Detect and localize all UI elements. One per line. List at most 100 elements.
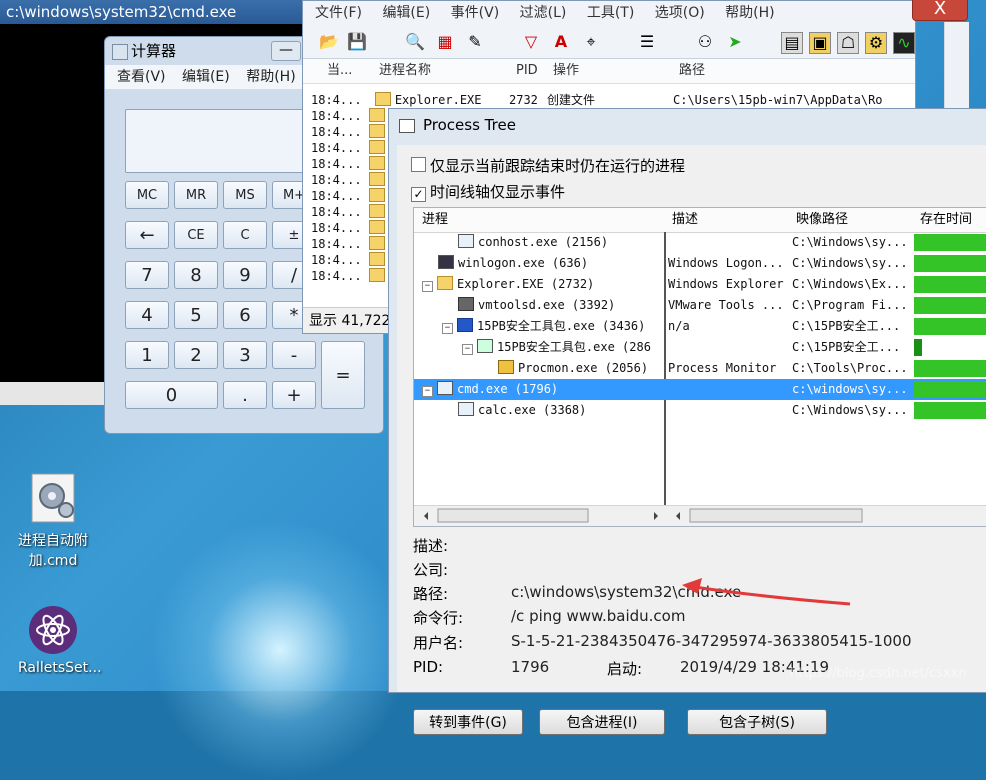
event-row[interactable]: 18:4... [311, 236, 389, 252]
mr-button[interactable]: MR [174, 181, 218, 209]
key-2[interactable]: 2 [174, 341, 218, 369]
explorer-icon [368, 236, 385, 250]
clear-icon[interactable]: ✎ [465, 32, 485, 52]
filter-icon[interactable]: ▽ [521, 32, 541, 52]
goto-event-button[interactable]: 转到事件(G) [413, 709, 523, 735]
network-icon[interactable]: ☖ [837, 32, 859, 54]
desktop-icon-ralletsset[interactable]: RalletsSet... [18, 602, 102, 676]
plus-button[interactable]: + [272, 381, 316, 409]
c-button[interactable]: C [223, 221, 267, 249]
collapse-icon[interactable]: − [462, 344, 473, 355]
include-subtree-button[interactable]: 包含子树(S) [687, 709, 827, 735]
event-row[interactable]: 18:4... [311, 220, 389, 236]
minimize-button[interactable]: — [271, 41, 301, 61]
menu-edit[interactable]: 编辑(E) [382, 5, 430, 21]
col-process-name[interactable]: 进程名称 [379, 59, 431, 83]
profiling-icon[interactable]: ∿ [893, 32, 915, 54]
collapse-icon[interactable]: − [442, 323, 453, 334]
binoculars-icon[interactable]: ⚇ [695, 32, 715, 52]
close-button[interactable]: X [912, 0, 968, 21]
event-row[interactable]: 18:4... [311, 124, 389, 140]
document-icon[interactable]: ☰ [637, 32, 657, 52]
running-only-checkbox[interactable]: 仅显示当前跟踪结束时仍在运行的进程 [411, 155, 685, 176]
col-path[interactable]: 路径 [679, 59, 705, 83]
col-process[interactable]: 进程 [422, 208, 448, 232]
key-1[interactable]: 1 [125, 341, 169, 369]
collapse-icon[interactable]: − [422, 386, 433, 397]
highlight-icon[interactable]: A [551, 32, 571, 52]
menu-edit[interactable]: 编辑(E) [182, 69, 230, 85]
event-row[interactable]: 18:4... [311, 108, 389, 124]
registry-icon[interactable]: ▤ [781, 32, 803, 54]
event-row[interactable]: 18:4... [311, 140, 389, 156]
procmon-vertical-scrollbar[interactable] [944, 22, 969, 110]
decimal-button[interactable]: . [223, 381, 267, 409]
key-6[interactable]: 6 [223, 301, 267, 329]
key-0[interactable]: 0 [125, 381, 218, 409]
tree-horizontal-scrollbar[interactable] [414, 505, 986, 526]
col-pid[interactable]: PID [516, 59, 538, 83]
event-row[interactable]: 18:4... [311, 252, 389, 268]
col-image-path[interactable]: 映像路径 [796, 208, 848, 232]
filesystem-icon[interactable]: ▣ [809, 32, 831, 54]
ce-button[interactable]: CE [174, 221, 218, 249]
menu-help[interactable]: 帮助(H) [246, 69, 295, 85]
tree-row[interactable]: Procmon.exe (2056) Process Monitor C:\To… [414, 358, 986, 379]
timeline-events-checkbox[interactable]: ✓ 时间线轴仅显示事件 [411, 181, 565, 202]
desktop-icon-cmd[interactable]: 进程自动附加.cmd [18, 472, 88, 570]
mc-button[interactable]: MC [125, 181, 169, 209]
process-tree-dialog[interactable]: Process Tree 仅显示当前跟踪结束时仍在运行的进程 ✓ 时间线轴仅显示事… [388, 108, 986, 735]
open-icon[interactable]: 📂 [319, 32, 339, 52]
event-row[interactable]: 18:4... [311, 204, 389, 220]
event-row[interactable]: 18:4... [311, 172, 389, 188]
collapse-icon[interactable]: − [422, 281, 433, 292]
process-desc: Process Monitor [668, 361, 777, 375]
tree-row[interactable]: −15PB安全工具包.exe (286 C:\15PB安全工... [414, 337, 986, 358]
menu-file[interactable]: 文件(F) [315, 5, 362, 21]
menu-view[interactable]: 查看(V) [117, 69, 166, 85]
col-lifetime[interactable]: 存在时间 [920, 208, 972, 232]
menu-options[interactable]: 选项(O) [655, 5, 705, 21]
event-row[interactable]: 18:4... [311, 156, 389, 172]
key-8[interactable]: 8 [174, 261, 218, 289]
key-3[interactable]: 3 [223, 341, 267, 369]
tree-row[interactable]: −15PB安全工具包.exe (3436) n/a C:\15PB安全工... [414, 316, 986, 337]
tree-row[interactable]: conhost.exe (2156) C:\Windows\sy... [414, 232, 986, 253]
tree-row-selected[interactable]: − cmd.exe (1796) c:\windows\sy... [414, 379, 986, 400]
process-icon[interactable]: ⚙ [865, 32, 887, 54]
autoscroll-icon[interactable]: ▦ [435, 32, 455, 52]
tree-row[interactable]: vmtoolsd.exe (3392) VMware Tools ... C:\… [414, 295, 986, 316]
watermark: https://blog.csdn.net/csxxn [790, 666, 967, 681]
key-7[interactable]: 7 [125, 261, 169, 289]
menu-filter[interactable]: 过滤(L) [520, 5, 567, 21]
col-operation[interactable]: 操作 [553, 59, 579, 83]
menu-help[interactable]: 帮助(H) [725, 5, 774, 21]
event-path: C:\Users\15pb-win7\AppData\Ro [673, 93, 883, 107]
save-icon[interactable]: 💾 [347, 32, 367, 52]
event-row[interactable]: 18:4... [311, 268, 389, 284]
target-icon[interactable]: ⌖ [581, 32, 601, 52]
tree-row[interactable]: winlogon.exe (636) Windows Logon... C:\W… [414, 253, 986, 274]
event-row[interactable]: 18:4... Explorer.EXE 2732 创建文件 C:\Users\… [311, 92, 901, 108]
tree-row[interactable]: − Explorer.EXE (2732) Windows Explorer C:… [414, 274, 986, 295]
menu-tools[interactable]: 工具(T) [587, 5, 634, 21]
backspace-button[interactable]: ← [125, 221, 169, 249]
ms-button[interactable]: MS [223, 181, 267, 209]
event-row[interactable]: 18:4... [311, 188, 389, 204]
process-tree-list[interactable]: 进程 描述 映像路径 存在时间 conhost.exe (2156) C:\Wi… [413, 207, 986, 527]
vmware-icon [458, 297, 474, 311]
tree-row[interactable]: calc.exe (3368) C:\Windows\sy... [414, 400, 986, 421]
col-description[interactable]: 描述 [672, 208, 698, 232]
key-5[interactable]: 5 [174, 301, 218, 329]
minus-button[interactable]: - [272, 341, 316, 369]
magnifier-icon[interactable]: 🔍 [405, 32, 425, 52]
menu-event[interactable]: 事件(V) [451, 5, 500, 21]
key-4[interactable]: 4 [125, 301, 169, 329]
col-time[interactable]: 当... [327, 59, 352, 83]
explorer-icon [368, 252, 385, 266]
key-9[interactable]: 9 [223, 261, 267, 289]
include-process-button[interactable]: 包含进程(I) [539, 709, 665, 735]
jump-icon[interactable]: ➤ [725, 32, 745, 52]
equals-button[interactable]: = [321, 341, 365, 409]
process-path: c:\windows\sy... [792, 382, 908, 396]
